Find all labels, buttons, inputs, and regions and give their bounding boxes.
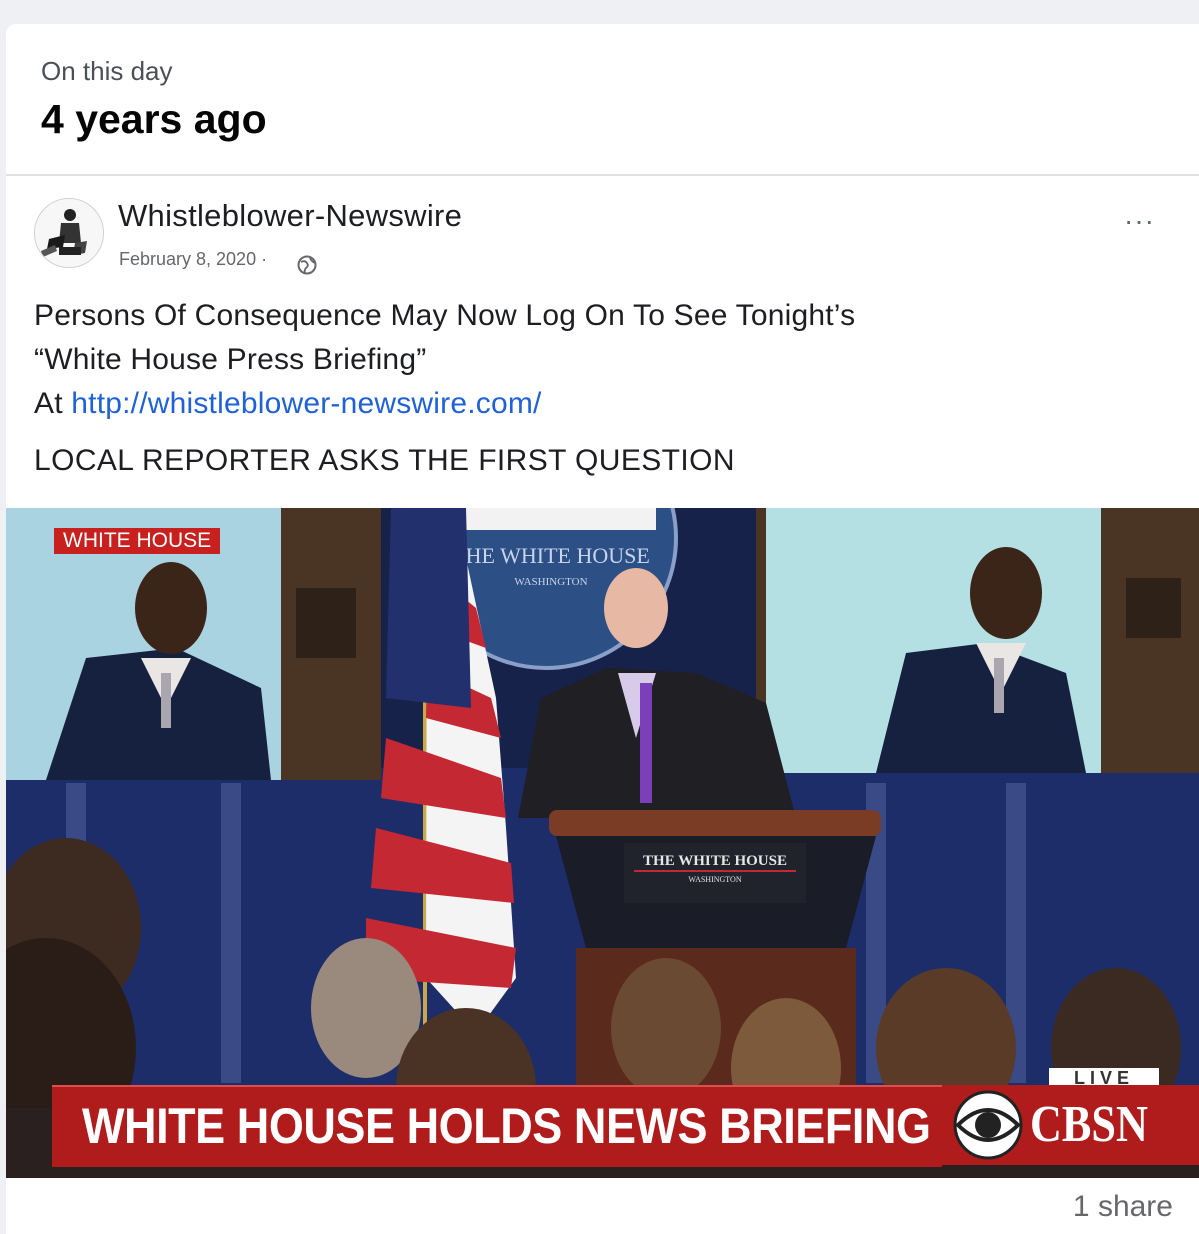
- globe-icon: [297, 255, 317, 275]
- briefing-scene: THE WHITE HOUSE WASHINGTON THE WHITE HOU…: [6, 508, 1199, 1178]
- avatar-image: [35, 199, 103, 267]
- post-link[interactable]: http://whistleblower-newswire.com/: [71, 387, 541, 420]
- memory-card: On this day 4 years ago Whistleblower-Ne…: [6, 24, 1199, 1234]
- post-text: Persons Of Consequence May Now Log On To…: [34, 294, 855, 426]
- network-logo: CBSN: [942, 1085, 1199, 1165]
- memory-header: On this day 4 years ago: [6, 24, 1199, 176]
- author-avatar[interactable]: [34, 198, 104, 268]
- cbs-eye-icon: [953, 1090, 1023, 1160]
- podium-text: THE WHITE HOUSE: [643, 853, 787, 869]
- memory-kicker: On this day: [41, 56, 173, 86]
- more-options-icon[interactable]: ···: [1124, 207, 1164, 235]
- network-name: CBSN: [1030, 1096, 1148, 1153]
- author-name[interactable]: Whistleblower-Newswire: [118, 198, 462, 234]
- seal-text: THE WHITE HOUSE: [452, 543, 650, 568]
- post-text-line: At http://whistleblower-newswire.com/: [34, 382, 855, 426]
- post-date[interactable]: February 8, 2020 ·: [119, 249, 267, 270]
- seal-subtext: WASHINGTON: [514, 576, 587, 588]
- podium-subtext: WASHINGTON: [688, 875, 741, 884]
- post-image[interactable]: THE WHITE HOUSE WASHINGTON THE WHITE HOU…: [6, 508, 1199, 1178]
- post-text-line: Persons Of Consequence May Now Log On To…: [34, 299, 856, 332]
- post-caption: LOCAL REPORTER ASKS THE FIRST QUESTION: [34, 444, 735, 477]
- share-count[interactable]: 1 share: [1073, 1190, 1173, 1224]
- corner-bug-label: WHITE HOUSE: [54, 528, 221, 554]
- memory-title: 4 years ago: [41, 96, 267, 142]
- post-link-prefix: At: [34, 387, 72, 420]
- post-text-line: “White House Press Briefing”: [34, 343, 427, 376]
- news-banner: WHITE HOUSE HOLDS NEWS BRIEFING: [52, 1085, 942, 1167]
- news-banner-text: WHITE HOUSE HOLDS NEWS BRIEFING: [82, 1098, 931, 1154]
